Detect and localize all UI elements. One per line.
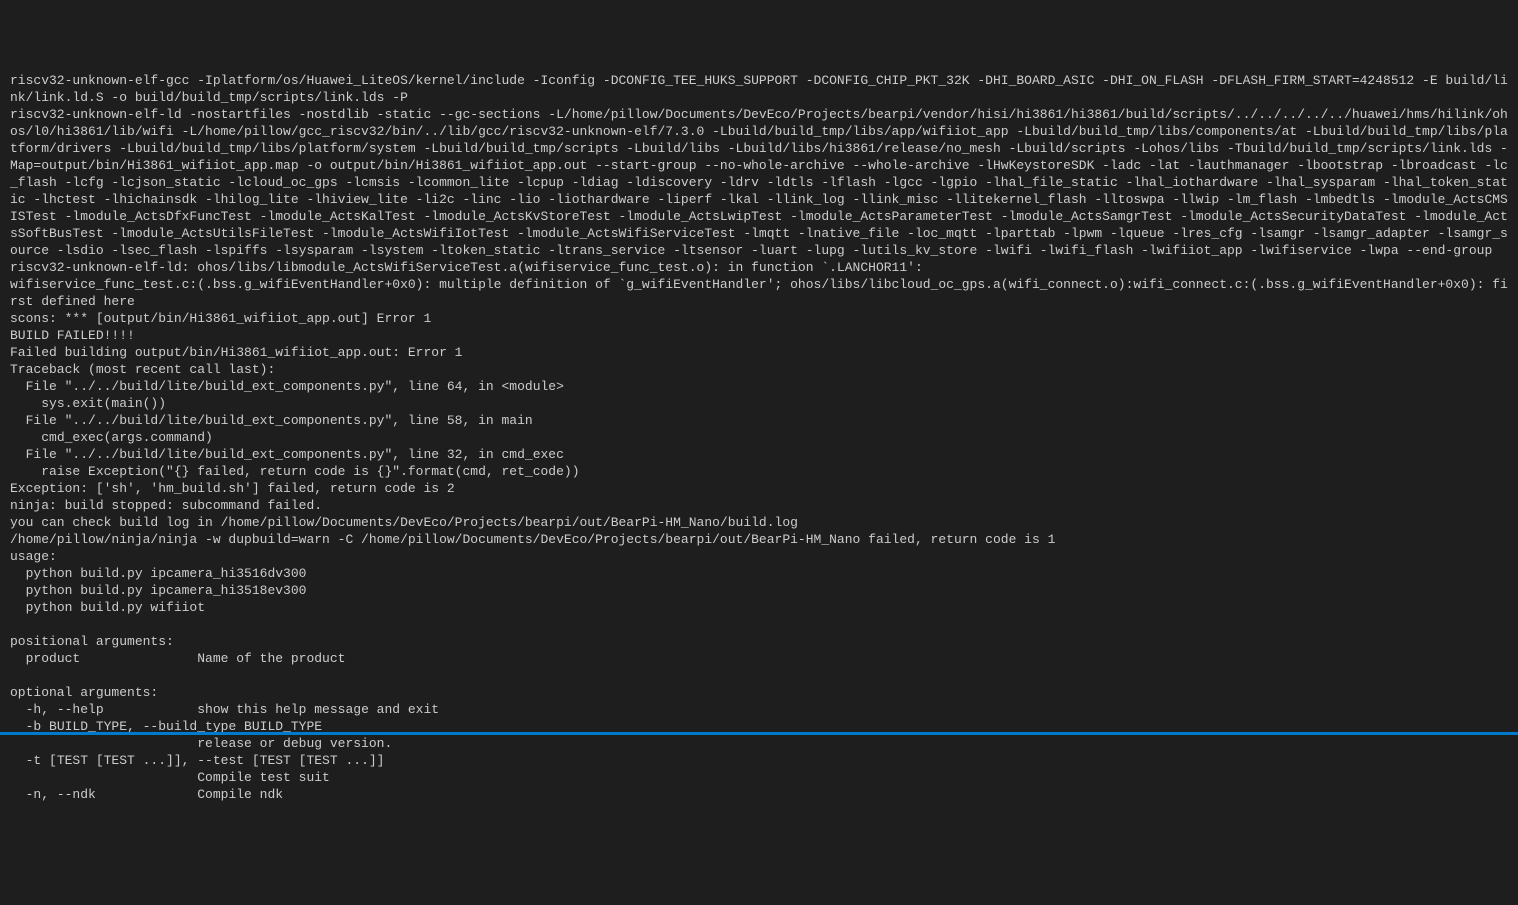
terminal-line: usage: [10, 548, 1508, 565]
terminal-line: File "../../build/lite/build_ext_compone… [10, 412, 1508, 429]
terminal-line [10, 616, 1508, 633]
terminal-line: Failed building output/bin/Hi3861_wifiio… [10, 344, 1508, 361]
terminal-line: riscv32-unknown-elf-ld: ohos/libs/libmod… [10, 259, 1508, 276]
terminal-line: -t [TEST [TEST ...]], --test [TEST [TEST… [10, 752, 1508, 769]
terminal-line: ninja: build stopped: subcommand failed. [10, 497, 1508, 514]
terminal-line: -h, --help show this help message and ex… [10, 701, 1508, 718]
terminal-line: riscv32-unknown-elf-gcc -Iplatform/os/Hu… [10, 72, 1508, 106]
terminal-line: you can check build log in /home/pillow/… [10, 514, 1508, 531]
terminal-line: Compile test suit [10, 769, 1508, 786]
terminal-line: cmd_exec(args.command) [10, 429, 1508, 446]
terminal-line [10, 667, 1508, 684]
terminal-line: raise Exception("{} failed, return code … [10, 463, 1508, 480]
terminal-line: optional arguments: [10, 684, 1508, 701]
terminal-line: riscv32-unknown-elf-ld -nostartfiles -no… [10, 106, 1508, 259]
terminal-line: Exception: ['sh', 'hm_build.sh'] failed,… [10, 480, 1508, 497]
terminal-line: scons: *** [output/bin/Hi3861_wifiiot_ap… [10, 310, 1508, 327]
terminal-output[interactable]: riscv32-unknown-elf-gcc -Iplatform/os/Hu… [10, 72, 1508, 803]
terminal-line: python build.py ipcamera_hi3516dv300 [10, 565, 1508, 582]
terminal-line: /home/pillow/ninja/ninja -w dupbuild=war… [10, 531, 1508, 548]
terminal-line: BUILD FAILED!!!! [10, 327, 1508, 344]
terminal-line: File "../../build/lite/build_ext_compone… [10, 446, 1508, 463]
terminal-line: File "../../build/lite/build_ext_compone… [10, 378, 1508, 395]
terminal-line: positional arguments: [10, 633, 1508, 650]
terminal-line: wifiservice_func_test.c:(.bss.g_wifiEven… [10, 276, 1508, 310]
terminal-line: -n, --ndk Compile ndk [10, 786, 1508, 803]
terminal-line: sys.exit(main()) [10, 395, 1508, 412]
terminal-line: Traceback (most recent call last): [10, 361, 1508, 378]
terminal-line: product Name of the product [10, 650, 1508, 667]
terminal-line: release or debug version. [10, 735, 1508, 752]
terminal-line: python build.py wifiiot [10, 599, 1508, 616]
terminal-line: python build.py ipcamera_hi3518ev300 [10, 582, 1508, 599]
